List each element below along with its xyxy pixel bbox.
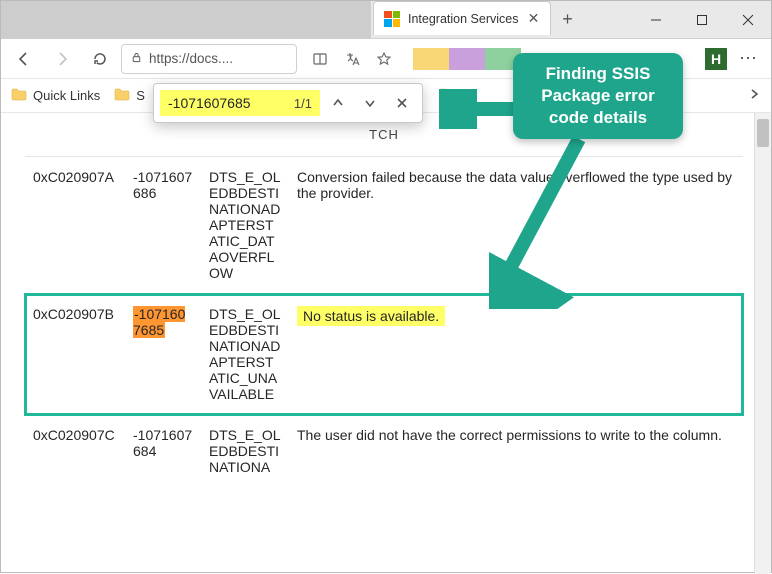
window-close-button[interactable] [725,1,771,38]
extension-badge[interactable]: H [705,48,727,70]
cell-symbol: DTS_E_OLEDBDESTINATIONADAPTERSTATIC_UNAV… [201,294,289,415]
cell-symbol: DTS_E_OLEDBDESTINATIONADAPTERSTATIC_DATA… [201,157,289,294]
error-code-table: 0xC020907A -1071607686 DTS_E_OLEDBDESTIN… [25,156,743,487]
cell-hex: 0xC020907B [25,294,125,415]
scrollbar-thumb[interactable] [757,119,769,147]
window-titlebar: Integration Services ✕ + [1,1,771,39]
find-in-page-bar: -1071607685 1/1 [153,83,423,123]
find-close-button[interactable] [388,89,416,117]
annotation-callout: Finding SSIS Package error code details [513,53,683,139]
back-button[interactable] [7,43,41,75]
desc-highlight: No status is available. [297,306,445,326]
settings-menu-button[interactable]: ⋯ [731,48,765,69]
favorite-icon[interactable] [369,44,399,74]
tab-title: Integration Services [408,12,518,26]
maximize-button[interactable] [679,1,725,38]
refresh-button[interactable] [83,43,117,75]
reading-view-icon[interactable] [305,44,335,74]
cell-dec: -1071607684 [125,415,201,488]
cell-hex: 0xC020907A [25,157,125,294]
find-input[interactable]: -1071607685 1/1 [160,90,320,116]
color-swatch-purple[interactable] [449,48,485,70]
cell-hex: 0xC020907C [25,415,125,488]
table-row: 0xC020907C -1071607684 DTS_E_OLEDBDESTIN… [25,415,743,488]
cell-dec: -1071607686 [125,157,201,294]
microsoft-icon [384,11,400,27]
forward-button[interactable] [45,43,79,75]
table-row: 0xC020907A -1071607686 DTS_E_OLEDBDESTIN… [25,157,743,294]
cell-desc: The user did not have the correct permis… [289,415,743,488]
folder-icon [11,87,27,104]
cell-dec: -1071607685 [125,294,201,415]
folder-icon [114,87,130,104]
window-controls [633,1,771,38]
bookmark-folder-s[interactable]: S [114,87,145,104]
find-next-button[interactable] [356,89,384,117]
tab-close-icon[interactable]: ✕ [526,10,540,27]
find-count: 1/1 [294,96,312,111]
bookmark-label: S [136,88,145,103]
find-match-highlight: -1071607685 [133,306,185,338]
color-swatch-yellow[interactable] [413,48,449,70]
translate-icon[interactable] [337,44,367,74]
vertical-color-tabs [413,48,521,70]
cell-symbol: DTS_E_OLEDBDESTINATIONA [201,415,289,488]
tab-strip-blank [1,1,371,38]
page-content: TCH 0xC020907A -1071607686 DTS_E_OLEDBDE… [1,113,771,574]
find-query-text: -1071607685 [168,95,251,111]
annotation-arrow-icon [489,129,599,309]
address-field[interactable]: https://docs.... [121,44,297,74]
new-tab-button[interactable]: + [551,1,583,38]
browser-tab-active[interactable]: Integration Services ✕ [373,1,551,35]
table-row-highlighted: 0xC020907B -1071607685 DTS_E_OLEDBDESTIN… [25,294,743,415]
find-prev-button[interactable] [324,89,352,117]
minimize-button[interactable] [633,1,679,38]
cell-desc: No status is available. [289,294,743,415]
bookmark-label: Quick Links [33,88,100,103]
url-text: https://docs.... [149,51,233,66]
bookmarks-overflow-button[interactable] [747,87,761,104]
vertical-scrollbar[interactable] [754,113,771,574]
lock-icon [130,51,143,67]
callout-text: Finding SSIS Package error code details [513,53,683,139]
bookmark-folder-quicklinks[interactable]: Quick Links [11,87,100,104]
